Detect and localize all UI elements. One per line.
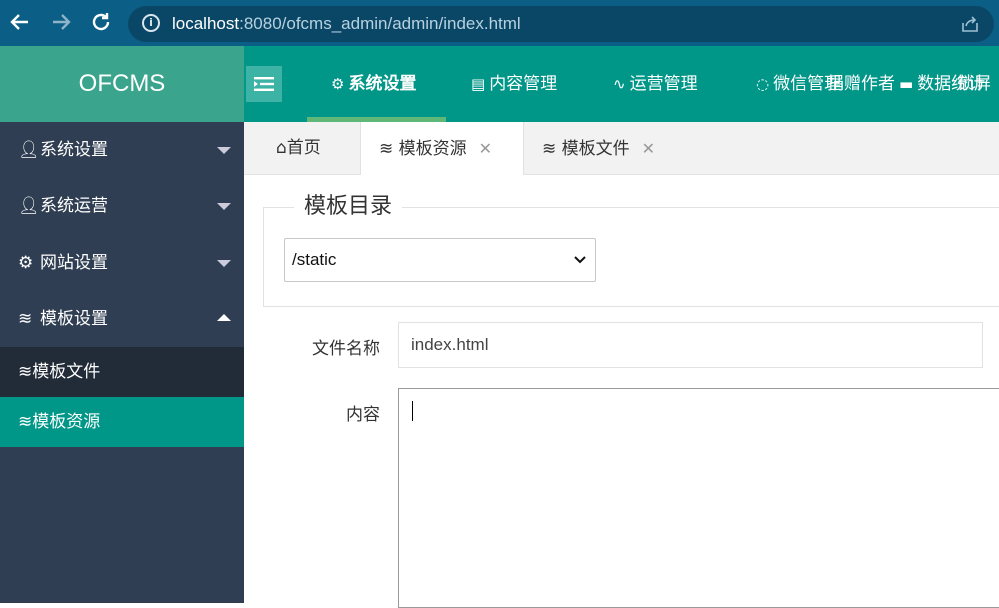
tab-template-files[interactable]: ≋ 模板文件 ✕ <box>524 122 684 175</box>
app-logo-bar: OFCMS <box>0 46 244 122</box>
menu-toggle-icon[interactable] <box>246 66 282 102</box>
sidebar-subitem-template-resources[interactable]: ≋模板资源 <box>0 397 244 447</box>
template-directory-fieldset: 模板目录 /static <box>263 192 999 307</box>
monitor-icon: ▬ <box>899 75 914 93</box>
back-arrow-icon[interactable] <box>8 10 32 34</box>
tab-bar: ⌂首页 ≋ 模板资源 ✕ ≋ 模板文件 ✕ <box>244 122 999 176</box>
sidebar-subitem-label: 模板文件 <box>32 362 101 382</box>
top-nav-label: 运营管理 <box>629 74 698 94</box>
tab-label: 模板资源 <box>398 139 467 159</box>
top-nav-content-management[interactable]: ▤ 内容管理 <box>471 46 557 122</box>
layers-icon: ≋ <box>542 139 557 159</box>
directory-select-value: /static <box>292 250 337 269</box>
caret-down-icon <box>217 203 231 210</box>
forward-arrow-icon[interactable] <box>49 10 73 34</box>
main-content: 模板目录 /static 文件名称 内容 <box>244 175 999 608</box>
file-name-label: 文件名称 <box>312 339 380 359</box>
browser-toolbar: i localhost:8080/ofcms_admin/admin/index… <box>0 0 999 46</box>
sidebar-item-site-settings[interactable]: ⚙ 网站设置 <box>0 235 244 291</box>
chat-icon: ◌ <box>756 75 770 93</box>
user-icon: 👤︎ <box>18 140 40 160</box>
layers-icon: ≋ <box>18 309 33 329</box>
chevron-down-icon <box>573 252 587 266</box>
content-label: 内容 <box>346 405 380 425</box>
url-path: :8080/ofcms_admin/admin/index.html <box>239 14 521 33</box>
close-icon[interactable]: ✕ <box>479 122 492 175</box>
fieldset-legend: 模板目录 <box>294 192 403 222</box>
sidebar-item-label: 系统运营 <box>40 196 108 216</box>
sidebar-item-label: 模板设置 <box>40 309 108 329</box>
url-text: localhost:8080/ofcms_admin/admin/index.h… <box>172 14 521 34</box>
tab-template-resources[interactable]: ≋ 模板资源 ✕ <box>360 122 524 176</box>
reload-icon[interactable] <box>89 10 113 34</box>
top-nav-label: 系统设置 <box>348 74 417 94</box>
close-icon[interactable]: ✕ <box>642 122 655 175</box>
info-icon[interactable]: i <box>142 14 160 32</box>
file-name-input[interactable] <box>398 322 983 368</box>
top-nav-lock-screen[interactable]: 锁屏 <box>957 46 991 122</box>
sidebar: 👤︎系统设置 👤︎系统运营 ⚙ 网站设置 ≋ 模板设置 ≋模板文件 ≋模板资源 <box>0 122 244 603</box>
layers-icon: ≋ <box>18 412 33 432</box>
directory-select[interactable]: /static <box>284 238 596 282</box>
top-nav-system-settings[interactable]: ⚙ 系统设置 <box>331 46 416 122</box>
share-icon[interactable] <box>960 14 980 34</box>
address-bar[interactable]: i localhost:8080/ofcms_admin/admin/index… <box>128 6 994 42</box>
pulse-icon: ∿ <box>613 75 626 93</box>
text-cursor <box>412 401 413 421</box>
gear-icon: ⚙ <box>18 253 34 273</box>
content-textarea[interactable] <box>398 388 999 608</box>
caret-up-icon <box>217 314 231 321</box>
top-nav-operations[interactable]: ∿ 运营管理 <box>613 46 698 122</box>
home-icon: ⌂ <box>276 138 287 158</box>
layers-icon: ≋ <box>379 139 394 159</box>
caret-down-icon <box>217 147 231 154</box>
sidebar-item-label: 系统设置 <box>40 140 108 160</box>
top-nav-donate[interactable]: 捐赠作者 <box>827 46 895 122</box>
tab-label: 模板文件 <box>561 139 630 159</box>
sidebar-subitem-label: 模板资源 <box>32 412 101 432</box>
tab-home[interactable]: ⌂首页 <box>262 122 360 175</box>
sidebar-subitem-template-files[interactable]: ≋模板文件 <box>0 347 244 397</box>
top-nav-label: 捐赠作者 <box>827 74 895 94</box>
sidebar-item-system-operations[interactable]: 👤︎系统运营 <box>0 178 244 234</box>
app-logo: OFCMS <box>78 70 166 97</box>
clipboard-icon: ▤ <box>471 75 486 93</box>
top-navigation: ⚙ 系统设置 ▤ 内容管理 ∿ 运营管理 ◌ 微信管理 捐赠作者 ▬ 数据统计 锁屏 <box>244 46 999 122</box>
caret-down-icon <box>217 260 231 267</box>
sidebar-item-label: 网站设置 <box>40 253 108 273</box>
top-nav-label: 锁屏 <box>957 74 991 94</box>
url-host: localhost <box>172 14 240 33</box>
sidebar-item-system-settings[interactable]: 👤︎系统设置 <box>0 122 244 178</box>
sidebar-item-template-settings[interactable]: ≋ 模板设置 <box>0 291 244 347</box>
user-icon: 👤︎ <box>18 196 40 216</box>
gear-icon: ⚙ <box>331 75 345 93</box>
layers-icon: ≋ <box>18 362 33 382</box>
top-nav-label: 内容管理 <box>489 74 558 94</box>
tab-label: 首页 <box>286 138 321 158</box>
